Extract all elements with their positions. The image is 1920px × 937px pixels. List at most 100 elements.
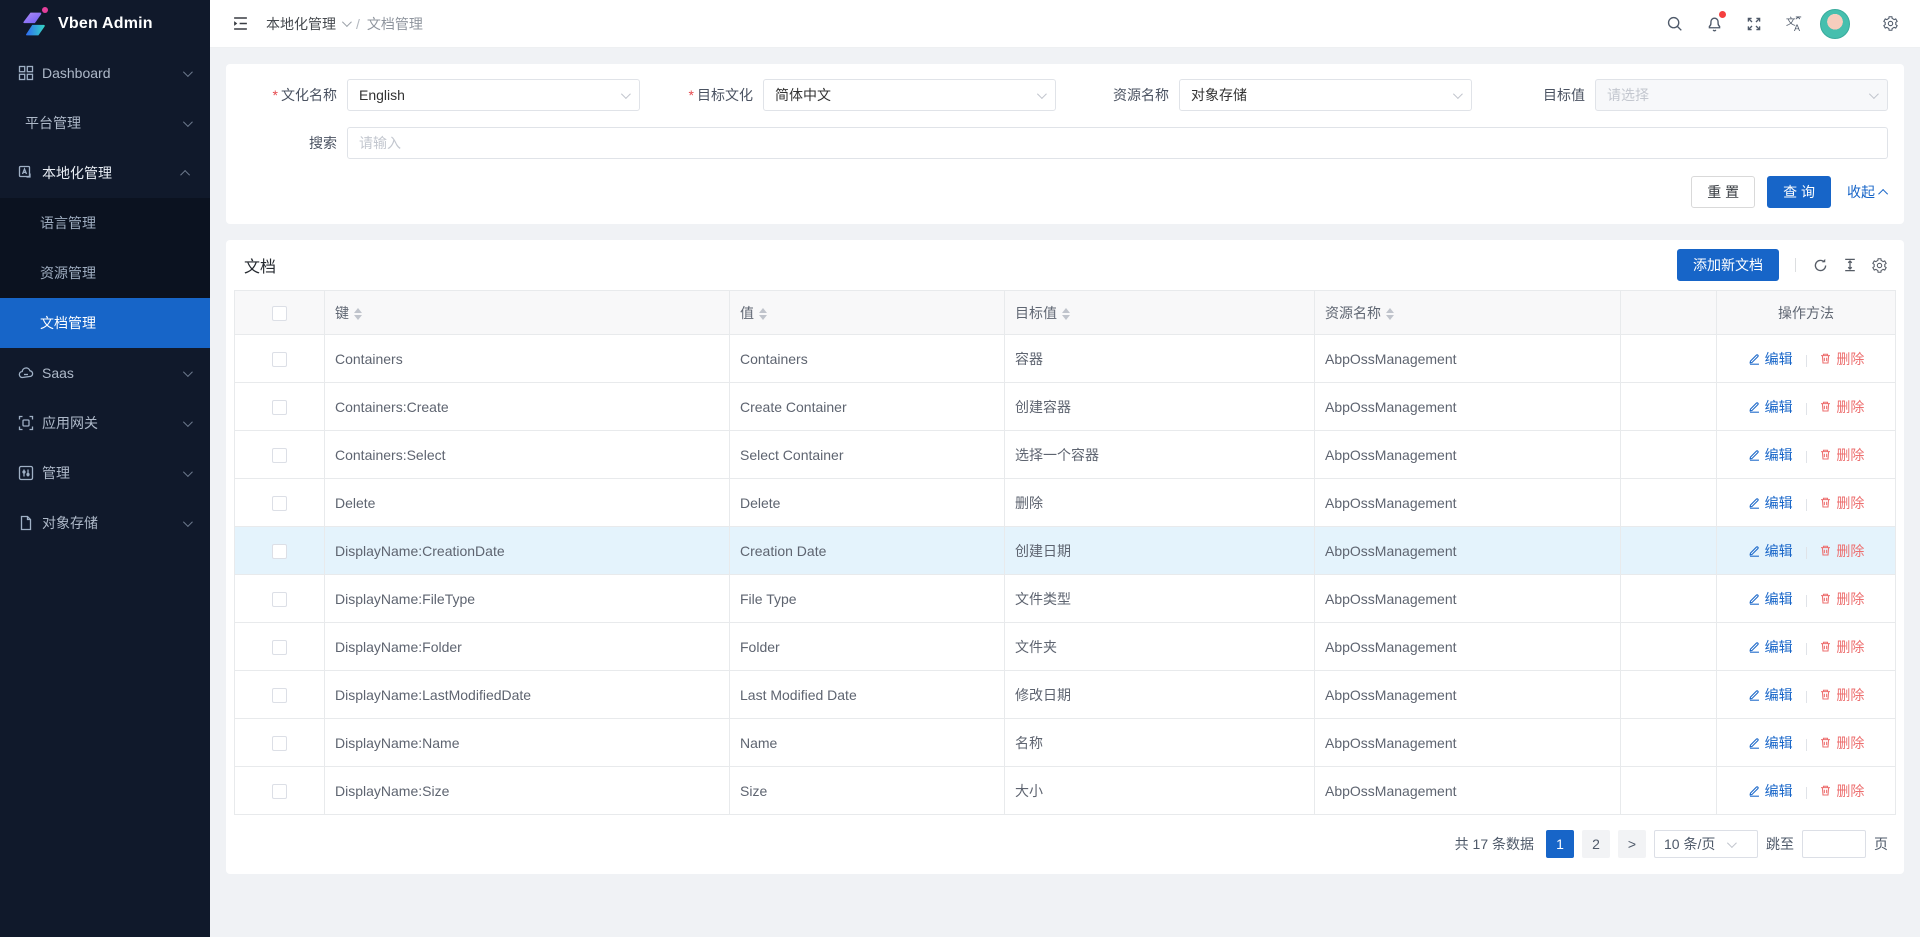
reset-button[interactable]: 重 置	[1691, 176, 1755, 208]
edit-button[interactable]: 编辑	[1748, 589, 1793, 609]
field-label: *文化名称	[242, 85, 337, 105]
fullscreen-icon[interactable]	[1736, 4, 1772, 44]
sort-icon[interactable]	[354, 308, 362, 320]
cell-actions: 编辑 删除	[1717, 431, 1896, 479]
table-title: 文档	[244, 253, 276, 277]
sort-icon[interactable]	[1386, 308, 1394, 320]
brand-logo[interactable]: Vben Admin	[0, 0, 210, 48]
delete-button[interactable]: 删除	[1819, 397, 1864, 417]
row-checkbox[interactable]	[272, 592, 287, 607]
sidebar-item-platform[interactable]: 平台管理	[0, 98, 210, 148]
sidebar-collapse-button[interactable]	[226, 10, 254, 38]
delete-button[interactable]: 删除	[1819, 349, 1864, 369]
cell-value: File Type	[730, 575, 1005, 623]
cell-actions: 编辑 删除	[1717, 575, 1896, 623]
delete-button[interactable]: 删除	[1819, 781, 1864, 801]
breadcrumb-parent[interactable]: 本地化管理	[266, 14, 349, 34]
sidebar-item-language-management[interactable]: 语言管理	[0, 198, 210, 248]
field-label: *目标文化	[658, 85, 753, 105]
cell-actions: 编辑 删除	[1717, 671, 1896, 719]
cell-value: Select Container	[730, 431, 1005, 479]
chevron-down-icon	[1869, 89, 1879, 99]
page-size-select[interactable]: 10 条/页	[1654, 830, 1758, 858]
select-all-checkbox[interactable]	[272, 306, 287, 321]
edit-button[interactable]: 编辑	[1748, 781, 1793, 801]
row-checkbox[interactable]	[272, 688, 287, 703]
delete-button[interactable]: 删除	[1819, 685, 1864, 705]
sidebar: Vben Admin Dashboard 平台管理	[0, 0, 210, 937]
edit-button[interactable]: 编辑	[1748, 493, 1793, 513]
add-document-button[interactable]: 添加新文档	[1677, 249, 1779, 281]
cell-spacer	[1621, 383, 1717, 431]
sidebar-item-object-storage[interactable]: 对象存储	[0, 498, 210, 548]
edit-button[interactable]: 编辑	[1748, 445, 1793, 465]
sidebar-item-localization[interactable]: 本地化管理	[0, 148, 210, 198]
edit-button[interactable]: 编辑	[1748, 637, 1793, 657]
notification-badge	[1719, 11, 1726, 18]
search-icon[interactable]	[1656, 4, 1692, 44]
sidebar-item-gateway[interactable]: 应用网关	[0, 398, 210, 448]
chevron-down-icon	[1037, 89, 1047, 99]
sidebar-item-document-management[interactable]: 文档管理	[0, 298, 210, 348]
next-page-button[interactable]: >	[1618, 830, 1646, 858]
cell-resource-name: AbpOssManagement	[1315, 719, 1621, 767]
cell-value: Last Modified Date	[730, 671, 1005, 719]
edit-button[interactable]: 编辑	[1748, 685, 1793, 705]
delete-button[interactable]: 删除	[1819, 493, 1864, 513]
sidebar-item-resource-management[interactable]: 资源管理	[0, 248, 210, 298]
row-checkbox[interactable]	[272, 784, 287, 799]
sidebar-item-saas[interactable]: Saas	[0, 348, 210, 398]
notification-bell-icon[interactable]	[1696, 4, 1732, 44]
edit-button[interactable]: 编辑	[1748, 733, 1793, 753]
language-switch-icon[interactable]: 文 A	[1776, 4, 1812, 44]
row-checkbox-cell	[235, 623, 325, 671]
user-avatar[interactable]	[1820, 9, 1850, 39]
row-checkbox[interactable]	[272, 352, 287, 367]
row-checkbox[interactable]	[272, 400, 287, 415]
page-button-1[interactable]: 1	[1546, 830, 1574, 858]
row-checkbox[interactable]	[272, 448, 287, 463]
cell-resource-name: AbpOssManagement	[1315, 479, 1621, 527]
collapse-filter-link[interactable]: 收起	[1847, 182, 1888, 202]
cell-key: DisplayName:CreationDate	[325, 527, 730, 575]
sort-icon[interactable]	[1062, 308, 1070, 320]
sidebar-item-dashboard[interactable]: Dashboard	[0, 48, 210, 98]
row-checkbox[interactable]	[272, 640, 287, 655]
cell-key: DisplayName:Name	[325, 719, 730, 767]
table-row: DisplayName:Size Size 大小 AbpOssManagemen…	[235, 767, 1896, 815]
delete-button[interactable]: 删除	[1819, 541, 1864, 561]
delete-button[interactable]: 删除	[1819, 637, 1864, 657]
jump-page-input[interactable]	[1802, 830, 1866, 858]
edit-button[interactable]: 编辑	[1748, 541, 1793, 561]
row-checkbox[interactable]	[272, 736, 287, 751]
delete-button[interactable]: 删除	[1819, 589, 1864, 609]
chevron-up-icon	[1878, 188, 1888, 198]
action-divider	[1806, 403, 1807, 415]
delete-button[interactable]: 删除	[1819, 445, 1864, 465]
refresh-icon[interactable]	[1812, 257, 1829, 274]
row-checkbox[interactable]	[272, 544, 287, 559]
settings-gear-icon[interactable]	[1872, 4, 1908, 44]
row-checkbox[interactable]	[272, 496, 287, 511]
logo-accent-dot	[42, 7, 48, 13]
target-culture-select[interactable]: 简体中文	[763, 79, 1056, 111]
edit-button[interactable]: 编辑	[1748, 397, 1793, 417]
sidebar-submenu-localization: 语言管理 资源管理 文档管理	[0, 198, 210, 348]
row-height-icon[interactable]	[1842, 257, 1858, 273]
column-settings-gear-icon[interactable]	[1871, 257, 1888, 274]
target-value-select[interactable]: 请选择	[1595, 79, 1888, 111]
query-button[interactable]: 查 询	[1767, 176, 1831, 208]
delete-button[interactable]: 删除	[1819, 733, 1864, 753]
row-checkbox-cell	[235, 575, 325, 623]
page-button-2[interactable]: 2	[1582, 830, 1610, 858]
cell-key: DisplayName:Folder	[325, 623, 730, 671]
culture-name-select[interactable]: English	[347, 79, 640, 111]
cell-target-value: 修改日期	[1005, 671, 1315, 719]
sidebar-item-management[interactable]: 管理	[0, 448, 210, 498]
resource-name-select[interactable]: 对象存储	[1179, 79, 1472, 111]
edit-button[interactable]: 编辑	[1748, 349, 1793, 369]
sort-icon[interactable]	[759, 308, 767, 320]
search-input[interactable]: 请输入	[347, 127, 1888, 159]
documents-table: 键 值 目标值 资源名称 操作方法 Containers Containers …	[234, 290, 1896, 815]
cell-spacer	[1621, 671, 1717, 719]
